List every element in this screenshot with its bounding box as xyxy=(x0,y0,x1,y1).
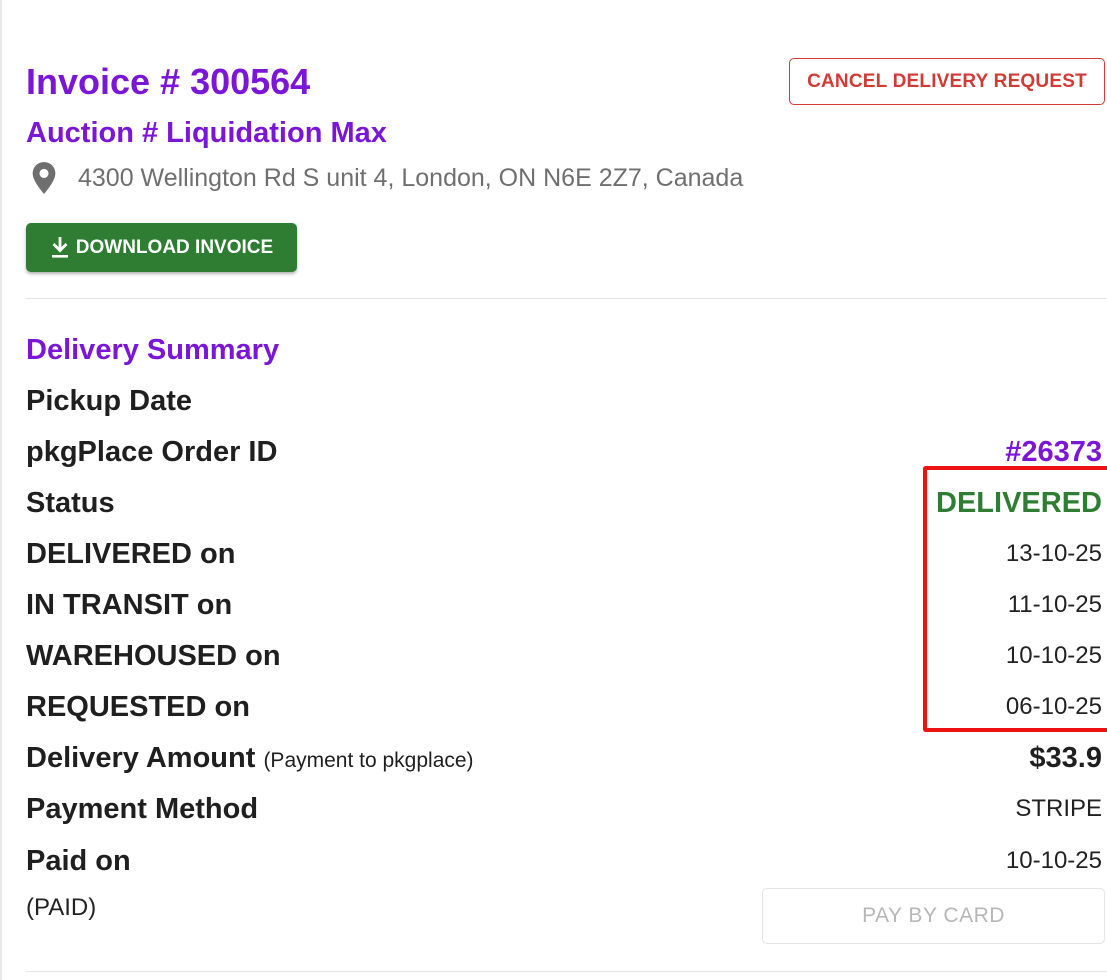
invoice-panel: Invoice # 300564 Auction # Liquidation M… xyxy=(0,0,1107,980)
location-pin-icon xyxy=(32,162,56,194)
order-id-link[interactable]: #26373 xyxy=(1005,432,1102,472)
download-icon xyxy=(51,236,68,258)
status-badge: DELIVERED xyxy=(936,487,1102,519)
requested-on-value: 06-10-25 xyxy=(1005,693,1102,720)
in-transit-on-value: 11-10-25 xyxy=(1007,591,1102,618)
delivered-on-label: DELIVERED on xyxy=(26,538,236,570)
pay-by-card-button[interactable]: PAY BY CARD xyxy=(762,888,1105,944)
paid-on-value: 10-10-25 xyxy=(1005,847,1102,874)
divider-bottom xyxy=(26,971,1107,972)
address-row: 4300 Wellington Rd S unit 4, London, ON … xyxy=(30,160,743,196)
cancel-delivery-request-button[interactable]: CANCEL DELIVERY REQUEST xyxy=(789,58,1105,105)
payment-method-value: STRIPE xyxy=(1015,795,1102,822)
order-id-label: pkgPlace Order ID xyxy=(26,436,278,468)
payment-method-label: Payment Method xyxy=(26,793,259,825)
warehoused-on-value: 10-10-25 xyxy=(1005,642,1102,669)
delivered-on-value: 13-10-25 xyxy=(1005,540,1102,567)
status-label: Status xyxy=(26,487,115,519)
requested-on-label: REQUESTED on xyxy=(26,691,250,723)
warehoused-on-label: WAREHOUSED on xyxy=(26,640,281,672)
delivery-amount-value: $33.9 xyxy=(1029,742,1102,774)
delivery-amount-label: Delivery Amount (Payment to pkgplace) xyxy=(26,738,474,781)
address-text: 4300 Wellington Rd S unit 4, London, ON … xyxy=(78,163,744,192)
paid-on-label: Paid on xyxy=(26,845,131,877)
delivery-amount-label-text: Delivery Amount xyxy=(26,742,256,774)
divider-top xyxy=(26,298,1107,299)
pickup-date-label: Pickup Date xyxy=(26,385,192,417)
in-transit-on-label: IN TRANSIT on xyxy=(26,589,233,621)
auction-title: Auction # Liquidation Max xyxy=(26,117,387,149)
delivery-summary-title: Delivery Summary xyxy=(26,334,280,366)
paid-status-tag: (PAID) xyxy=(26,894,97,921)
download-invoice-label: DOWNLOAD INVOICE xyxy=(75,236,274,258)
invoice-title: Invoice # 300564 xyxy=(26,61,311,102)
download-invoice-button[interactable]: DOWNLOAD INVOICE xyxy=(26,223,297,272)
delivery-amount-note: (Payment to pkgplace) xyxy=(263,749,474,772)
